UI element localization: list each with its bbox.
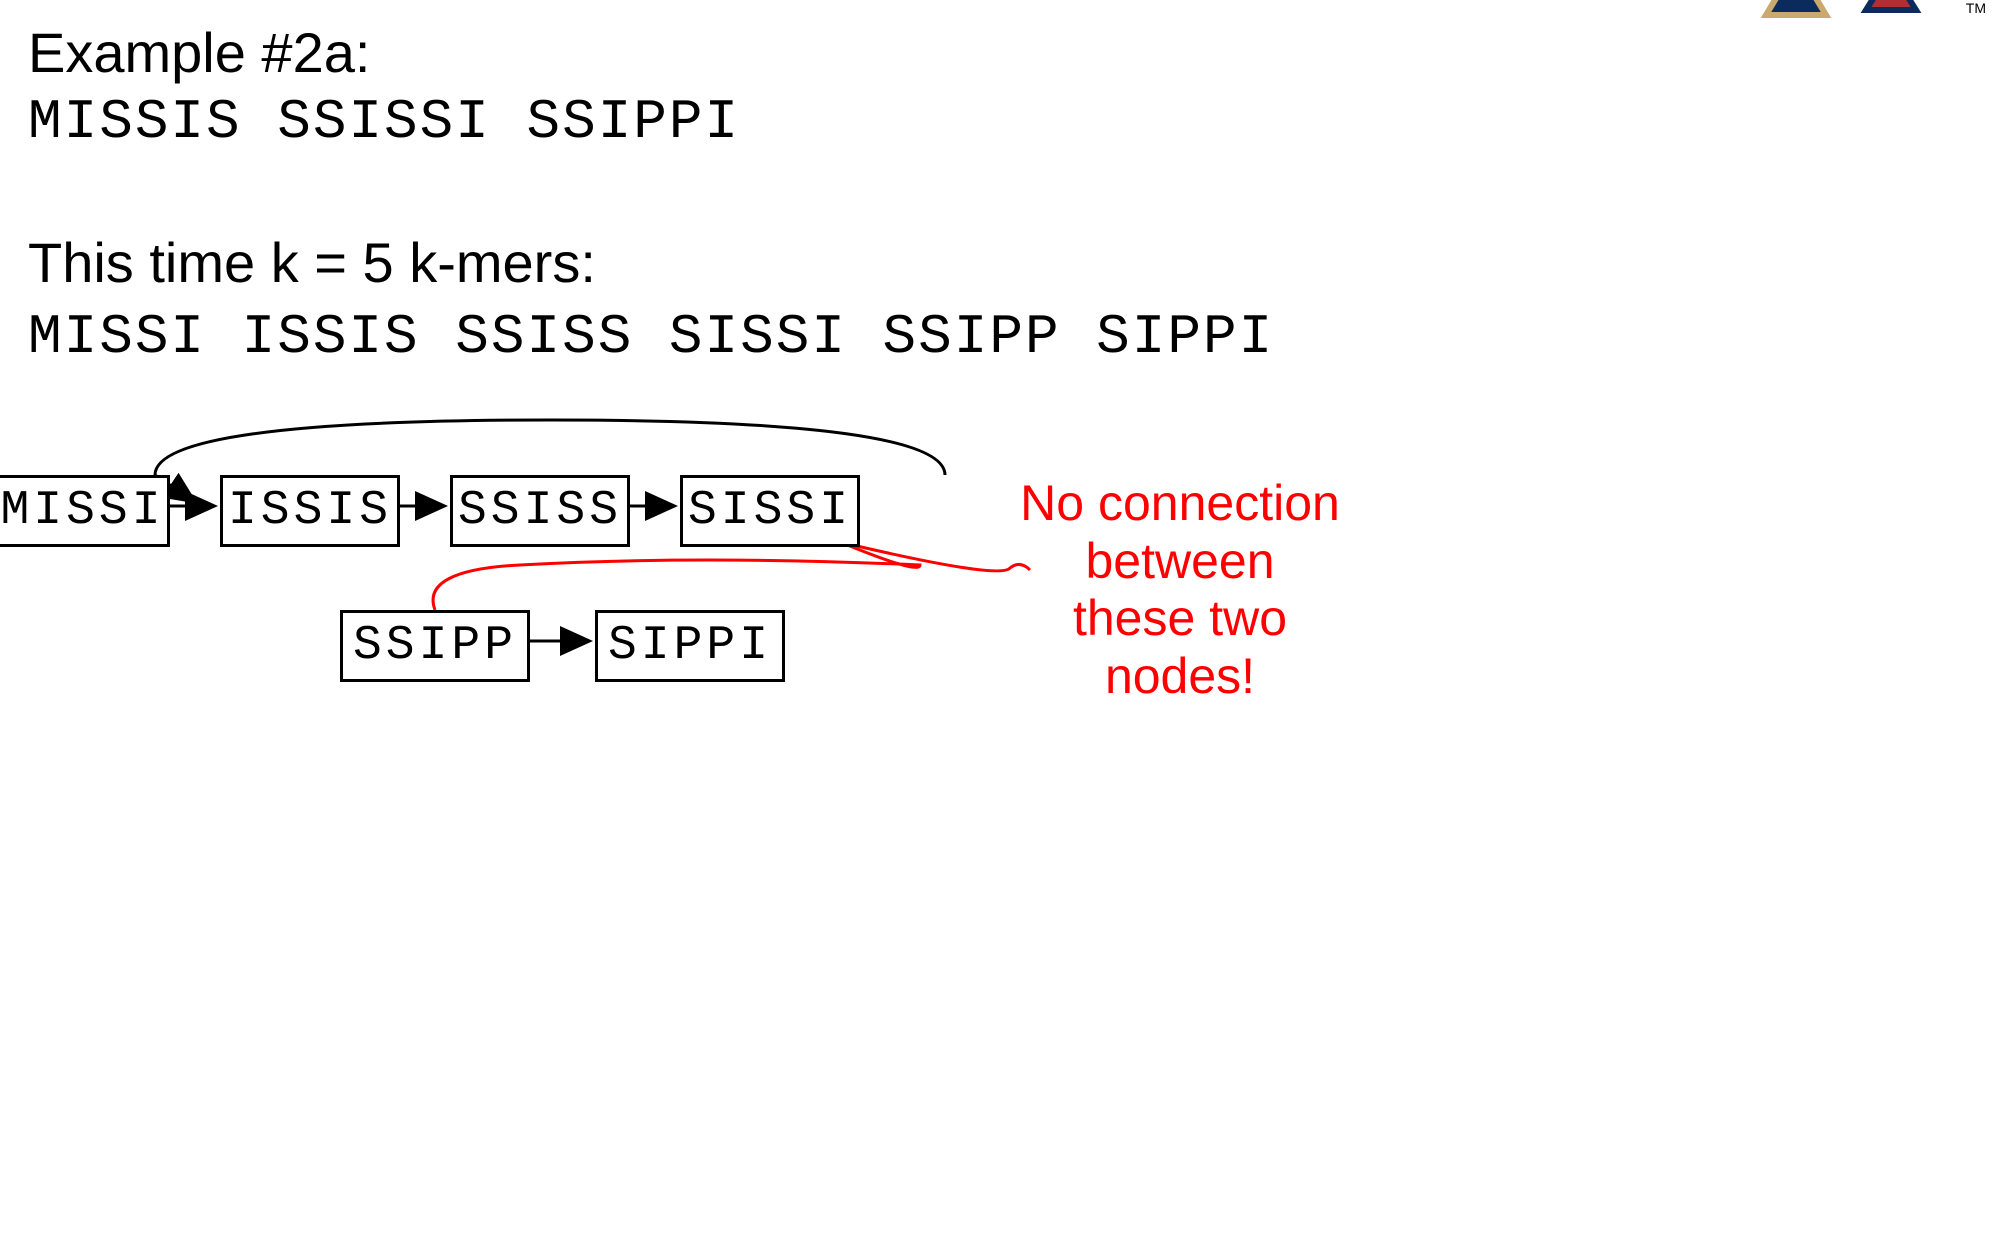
missing-edge-line-right — [840, 542, 1030, 571]
sequence-text: MISSIS SSISSI SSIPPI — [28, 90, 740, 154]
trademark-label: TM — [1966, 0, 1986, 16]
no-connection-annotation: No connection between these two nodes! — [1020, 475, 1340, 705]
debruijn-diagram: MISSI ISSIS SSISS SISSI SSIPP SIPPI No c… — [0, 410, 1996, 810]
kmers-subtitle: This time k = 5 k-mers: — [28, 230, 596, 295]
diagram-arrows — [0, 410, 1996, 810]
node-missi: MISSI — [0, 475, 170, 547]
logo-icon — [1736, 0, 1956, 20]
missing-edge-line-left — [433, 542, 920, 610]
node-issis: ISSIS — [220, 475, 400, 547]
node-ssipp: SSIPP — [340, 610, 530, 682]
node-sissi: SISSI — [680, 475, 860, 547]
example-title: Example #2a: — [28, 20, 370, 85]
kmers-list: MISSI ISSIS SSISS SISSI SSIPP SIPPI — [28, 305, 1274, 369]
node-ssiss: SSISS — [450, 475, 630, 547]
node-sippi: SIPPI — [595, 610, 785, 682]
